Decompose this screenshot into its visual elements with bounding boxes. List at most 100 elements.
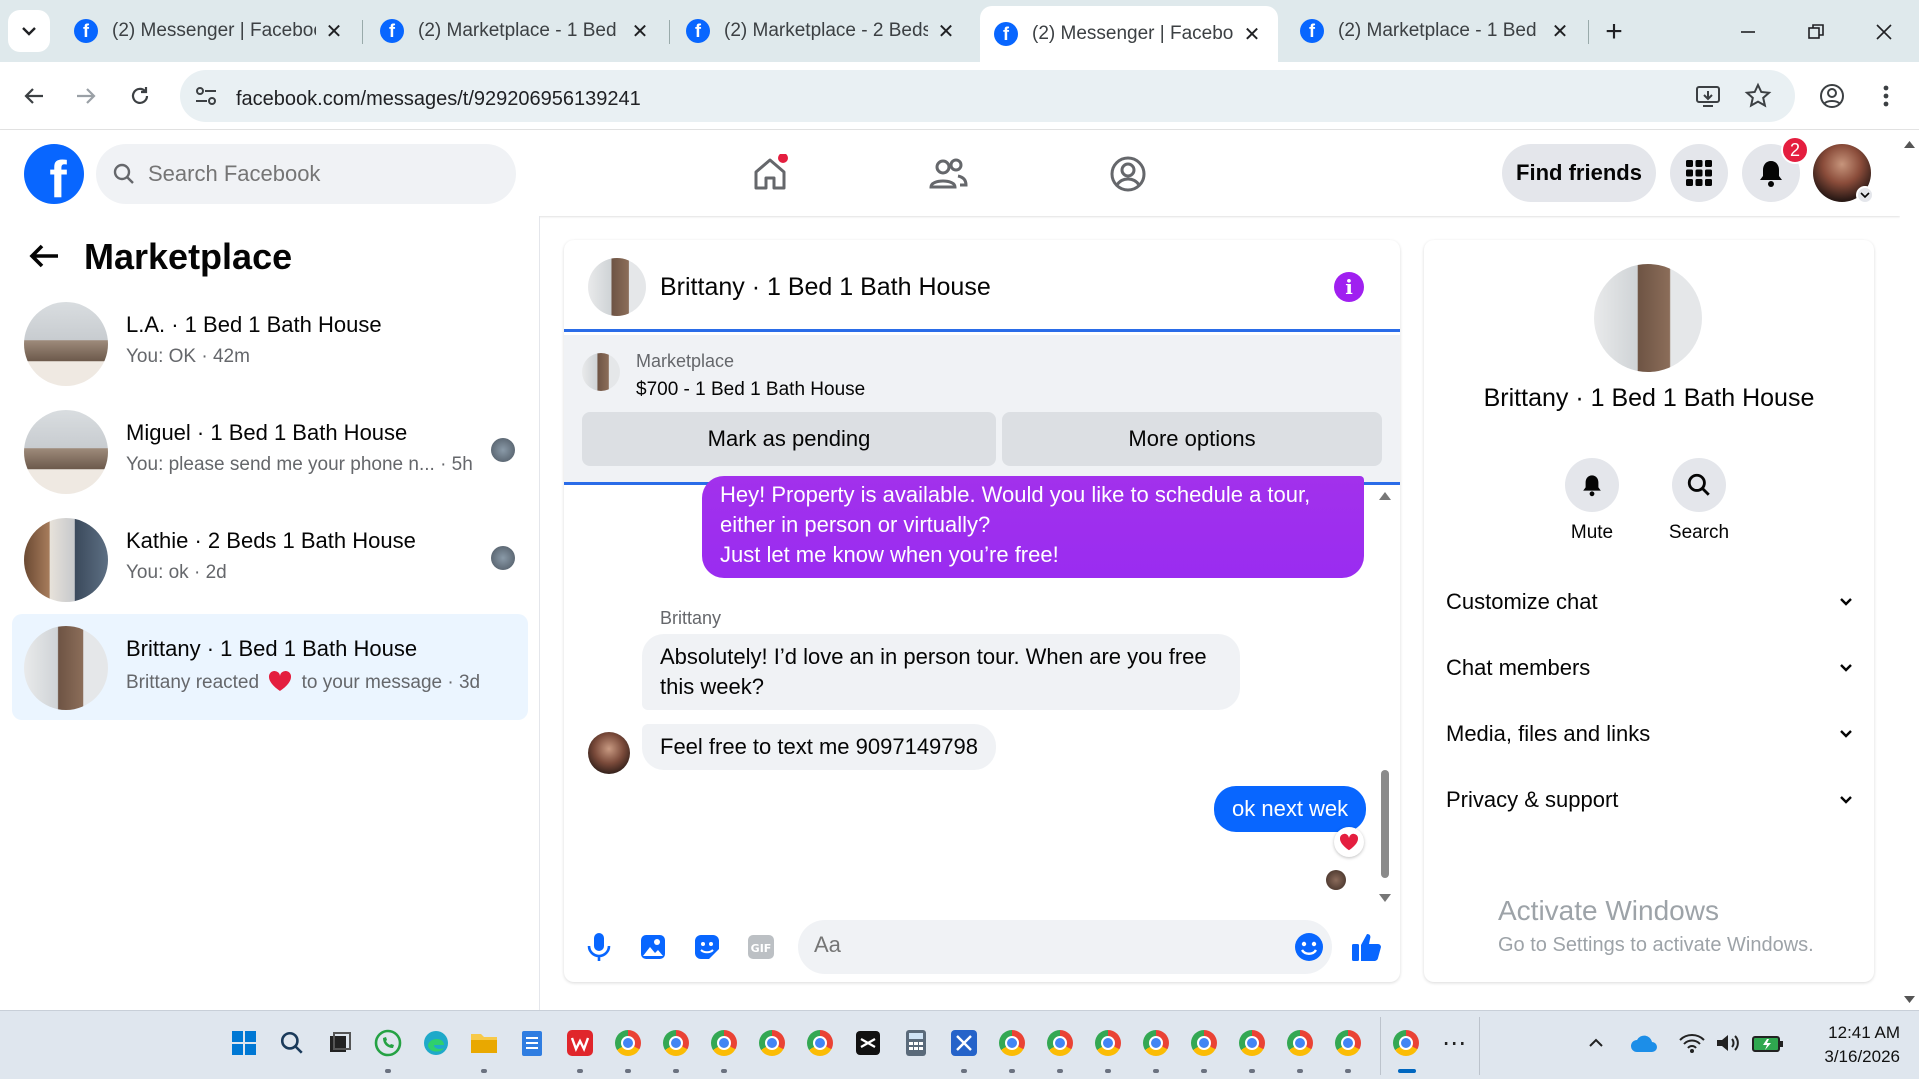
browser-tab[interactable]: f (2) Messenger | Facebook ✕ (60, 8, 360, 54)
gif-icon[interactable]: GIF (744, 930, 778, 964)
page-scrollbar[interactable] (1900, 130, 1919, 1010)
system-clock[interactable]: 12:41 AM 3/16/2026 (1790, 1021, 1900, 1069)
search-icon[interactable] (1672, 458, 1726, 512)
mark-as-pending-button[interactable]: Mark as pending (582, 412, 996, 466)
chrome-icon[interactable] (612, 1027, 644, 1059)
address-bar[interactable]: facebook.com/messages/t/929206956139241 (180, 70, 1795, 122)
incoming-message[interactable]: Feel free to text me 9097149798 (642, 724, 996, 770)
chat-members-section[interactable]: Chat members (1446, 640, 1854, 696)
conversation-item[interactable]: L.A. · 1 Bed 1 Bath House You: OK · 42m (12, 290, 528, 396)
conversation-item-selected[interactable]: Brittany · 1 Bed 1 Bath House Brittany r… (12, 614, 528, 720)
facebook-logo-icon[interactable]: f (24, 144, 84, 204)
restore-window-button[interactable] (1796, 12, 1836, 52)
sticker-icon[interactable] (690, 930, 724, 964)
photo-icon[interactable] (636, 930, 670, 964)
wifi-icon[interactable] (1676, 1027, 1708, 1059)
tab-search-button[interactable] (8, 10, 50, 52)
more-apps-icon[interactable]: ⋯ (1438, 1027, 1470, 1059)
message-input[interactable] (814, 932, 1264, 958)
home-nav-icon[interactable] (746, 150, 794, 198)
bookmark-star-icon[interactable] (1744, 82, 1772, 110)
account-chevron-icon[interactable] (1856, 186, 1874, 204)
chrome-profile-icon[interactable] (1092, 1027, 1124, 1059)
chat-avatar[interactable] (588, 258, 646, 316)
search-icon[interactable] (276, 1027, 308, 1059)
chat-info-avatar[interactable] (1594, 264, 1702, 372)
listing-price-title[interactable]: $700 - 1 Bed 1 Bath House (636, 379, 865, 401)
capcut-icon[interactable] (852, 1027, 884, 1059)
close-tab-icon[interactable]: ✕ (1548, 19, 1572, 44)
wps-office-icon[interactable] (564, 1027, 596, 1059)
profile-nav-icon[interactable] (1104, 150, 1152, 198)
conversation-item[interactable]: Kathie · 2 Beds 1 Bath House You: ok · 2… (12, 506, 528, 612)
chrome-profile-icon[interactable] (996, 1027, 1028, 1059)
media-files-links-section[interactable]: Media, files and links (1446, 706, 1854, 762)
emoji-icon[interactable] (1294, 932, 1324, 962)
close-tab-icon[interactable]: ✕ (934, 19, 958, 44)
microphone-icon[interactable] (582, 930, 616, 964)
customize-chat-section[interactable]: Customize chat (1446, 574, 1854, 630)
close-tab-icon[interactable]: ✕ (322, 19, 346, 44)
chrome-profile-icon[interactable] (1284, 1027, 1316, 1059)
chrome-profile-icon[interactable] (1044, 1027, 1076, 1059)
close-tab-icon[interactable]: ✕ (628, 19, 652, 44)
chrome-profile-icon[interactable] (756, 1027, 788, 1059)
find-friends-button[interactable]: Find friends (1502, 144, 1656, 202)
browser-menu-button[interactable] (1866, 76, 1906, 116)
incoming-message[interactable]: Absolutely! I’d love an in person tour. … (642, 634, 1240, 710)
volume-icon[interactable] (1712, 1027, 1744, 1059)
back-button[interactable] (14, 76, 54, 116)
chrome-profile-icon[interactable] (660, 1027, 692, 1059)
snipping-tool-icon[interactable] (948, 1027, 980, 1059)
conversation-item[interactable]: Miguel · 1 Bed 1 Bath House You: please … (12, 398, 528, 504)
outgoing-message[interactable]: Hey! Property is available. Would you li… (702, 476, 1364, 578)
close-window-button[interactable] (1864, 12, 1904, 52)
whatsapp-icon[interactable] (372, 1027, 404, 1059)
browser-tab[interactable]: f (2) Marketplace - 2 Beds ✕ (672, 8, 972, 54)
chrome-profile-icon[interactable] (804, 1027, 836, 1059)
forward-button[interactable] (66, 76, 106, 116)
menu-grid-button[interactable] (1670, 144, 1728, 202)
onedrive-cloud-icon[interactable] (1628, 1027, 1660, 1059)
browser-tab[interactable]: f (2) Marketplace - 1 Bed 1 ✕ (366, 8, 666, 54)
sender-avatar[interactable] (588, 732, 630, 774)
battery-charging-icon[interactable] (1752, 1027, 1784, 1059)
profile-button[interactable] (1812, 76, 1852, 116)
message-input-box[interactable] (798, 920, 1332, 974)
chat-scrollbar[interactable] (1376, 488, 1394, 908)
info-icon[interactable]: i (1334, 272, 1364, 302)
site-info-icon[interactable] (194, 84, 218, 108)
friends-nav-icon[interactable] (924, 150, 972, 198)
chrome-profile-icon[interactable] (1236, 1027, 1268, 1059)
facebook-search-input[interactable] (148, 161, 478, 187)
like-thumb-icon[interactable] (1350, 930, 1384, 964)
task-view-icon[interactable] (324, 1027, 356, 1059)
chevron-up-icon[interactable] (1580, 1027, 1612, 1059)
chrome-profile-icon[interactable] (1332, 1027, 1364, 1059)
calculator-icon[interactable] (900, 1027, 932, 1059)
install-app-icon[interactable] (1694, 82, 1722, 110)
chrome-active-icon[interactable] (1390, 1027, 1422, 1059)
chat-title[interactable]: Brittany · 1 Bed 1 Bath House (660, 273, 991, 302)
search-action[interactable]: Search (1649, 458, 1749, 544)
facebook-search-box[interactable] (96, 144, 516, 204)
chrome-profile-icon[interactable] (1188, 1027, 1220, 1059)
reload-button[interactable] (120, 76, 160, 116)
more-options-button[interactable]: More options (1002, 412, 1382, 466)
privacy-support-section[interactable]: Privacy & support (1446, 772, 1854, 828)
close-tab-icon[interactable]: ✕ (1240, 22, 1264, 47)
mute-action[interactable]: Mute (1542, 458, 1642, 544)
file-explorer-icon[interactable] (468, 1027, 500, 1059)
chrome-profile-icon[interactable] (1140, 1027, 1172, 1059)
chrome-profile-icon[interactable] (708, 1027, 740, 1059)
browser-tab[interactable]: f (2) Marketplace - 1 Bed 1 ✕ (1286, 8, 1586, 54)
browser-tab-active[interactable]: f (2) Messenger | Facebook ✕ (980, 6, 1278, 62)
edge-icon[interactable] (420, 1027, 452, 1059)
heart-reaction-icon[interactable] (1334, 827, 1364, 857)
minimize-window-button[interactable] (1728, 12, 1768, 52)
new-tab-button[interactable]: + (1594, 12, 1634, 52)
bell-icon[interactable] (1565, 458, 1619, 512)
outgoing-message[interactable]: ok next wek (1214, 786, 1367, 832)
notepad-icon[interactable] (516, 1027, 548, 1059)
back-arrow-icon[interactable] (26, 238, 62, 274)
